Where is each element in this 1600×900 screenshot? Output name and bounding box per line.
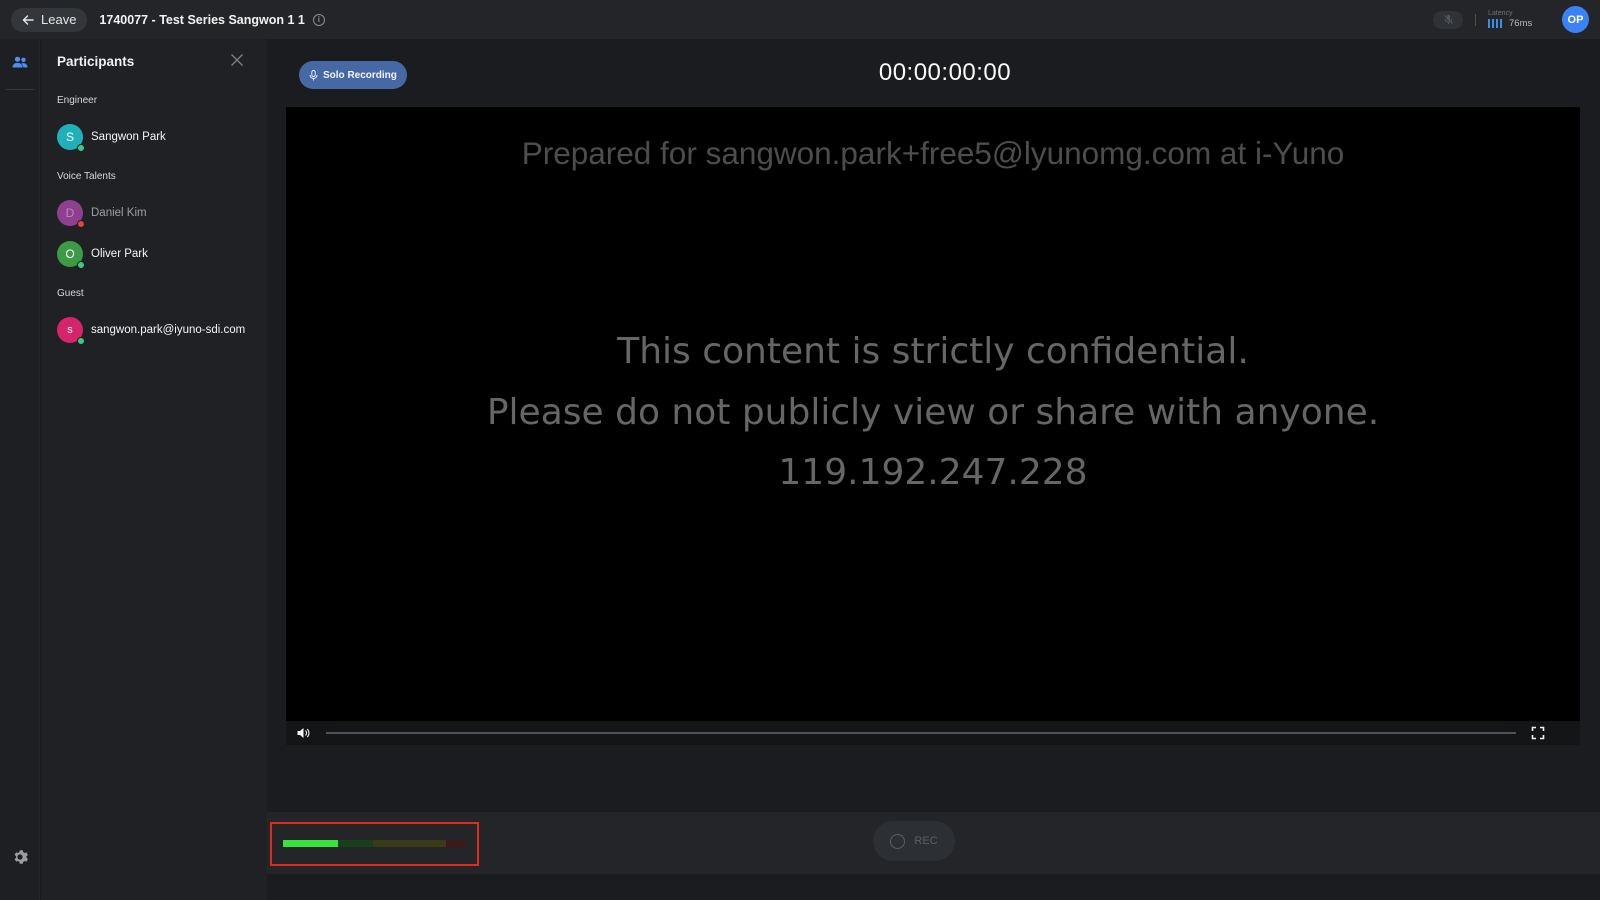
group-label-engineer: Engineer [57,95,98,106]
leave-button[interactable]: Leave [11,7,88,32]
user-avatar[interactable]: OP [1562,6,1589,33]
latency-label: Latency [1488,10,1513,17]
rail-divider [6,89,34,90]
playback-progress-bar[interactable] [326,732,1516,734]
participants-icon[interactable] [12,56,28,68]
mic-off-icon [1443,14,1453,25]
status-divider [1475,13,1476,26]
close-icon[interactable] [230,53,244,67]
status-online-dot [77,144,85,152]
participant-name: Sangwon Park [91,131,166,143]
participant-name: sangwon.park@iyuno-sdi.com [91,324,246,336]
participant-item[interactable]: s sangwon.park@iyuno-sdi.com [57,317,246,345]
status-offline-dot [77,220,85,228]
top-bar: Leave 1740077 - Test Series Sangwon 1 1 … [0,0,1600,39]
group-label-voice-talents: Voice Talents [57,171,116,182]
mic-muted-button[interactable] [1433,10,1463,29]
top-right-status: Latency 76ms OP [1433,0,1600,39]
record-label: REC [914,835,938,847]
recording-bar: REC [267,812,1600,874]
session-title: 1740077 - Test Series Sangwon 1 1 [99,12,305,27]
solo-recording-label: Solo Recording [323,69,397,81]
status-online-dot [77,261,85,269]
main-stage: Solo Recording 00:00:00:00 Prepared for … [267,39,1600,900]
participant-name: Daniel Kim [91,207,147,219]
status-online-dot [77,337,85,345]
record-circle-icon [890,833,906,849]
arrow-left-icon [22,14,34,25]
meter-segment-green [338,840,373,847]
audio-level-meter [283,840,466,847]
participant-item[interactable]: D Daniel Kim [57,200,147,228]
meter-segment-red [446,840,466,847]
video-controls [286,721,1580,745]
mic-icon [309,69,318,80]
record-button[interactable]: REC [873,821,955,861]
info-icon[interactable]: i [312,13,325,26]
fullscreen-icon[interactable] [1531,726,1545,740]
video-player[interactable]: Prepared for sangwon.park+free5@lyunomg.… [286,107,1580,721]
confidential-warning: Please do not publicly view or share wit… [486,392,1380,433]
participant-name: Oliver Park [91,248,148,260]
avatar: O [57,241,85,269]
avatar: S [57,124,85,152]
latency-indicator: Latency 76ms [1488,10,1550,29]
volume-icon[interactable] [296,726,310,740]
timecode-display: 00:00:00:00 [878,59,1012,86]
watermark-text: Prepared for sangwon.park+free5@lyunomg.… [521,135,1345,171]
left-rail [0,39,40,900]
participant-item[interactable]: S Sangwon Park [57,124,166,152]
panel-title: Participants [57,54,135,69]
solo-recording-button[interactable]: Solo Recording [299,61,407,89]
signal-bars-icon [1488,19,1502,28]
avatar: D [57,200,85,228]
viewer-ip-address: 119.192.247.228 [778,452,1088,493]
meter-level-fill [283,840,338,847]
avatar: s [57,317,85,345]
latency-value: 76ms [1509,18,1533,29]
participants-panel: Participants Engineer S Sangwon Park Voi… [41,39,267,900]
gear-icon[interactable] [11,848,29,866]
confidential-notice: This content is strictly confidential. [617,331,1249,372]
leave-label: Leave [41,12,77,27]
audio-meter-highlight [270,822,479,866]
group-label-guest: Guest [57,288,84,299]
meter-segment-yellow [373,840,446,847]
participant-item[interactable]: O Oliver Park [57,241,148,269]
